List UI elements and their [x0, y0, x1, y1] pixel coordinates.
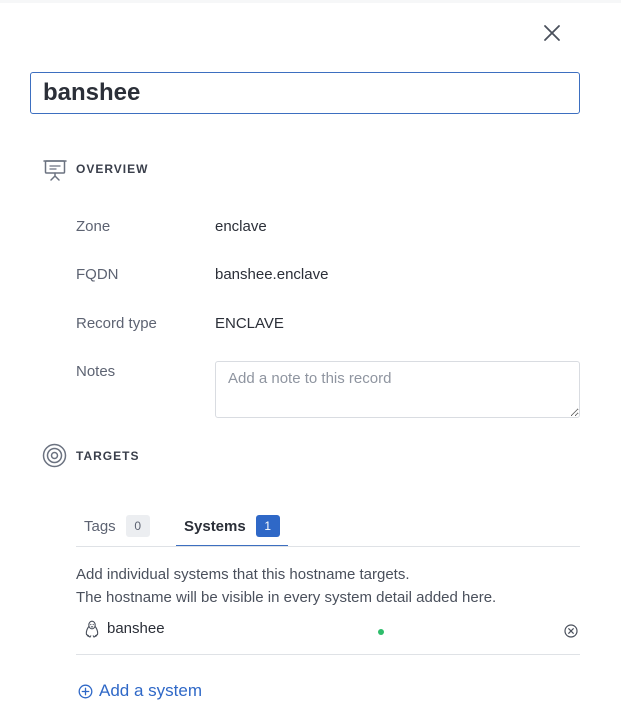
tab-systems-count: 1 — [255, 515, 280, 537]
tab-tags[interactable]: Tags 0 — [84, 507, 150, 545]
targets-heading: TARGETS — [76, 449, 140, 463]
fqdn-value: banshee.enclave — [215, 266, 329, 283]
close-button[interactable] — [540, 21, 564, 45]
zone-label: Zone — [76, 218, 111, 235]
plus-circle-icon — [78, 684, 93, 698]
tab-tags-count: 0 — [125, 515, 150, 537]
system-row: banshee — [76, 616, 580, 655]
targets-help-line-1: Add individual systems that this hostnam… — [76, 566, 410, 583]
add-system-label: Add a system — [99, 681, 202, 700]
remove-circle-icon — [564, 624, 578, 638]
linux-icon — [84, 620, 100, 643]
tab-systems-label: Systems — [184, 517, 246, 535]
system-name[interactable]: banshee — [107, 620, 165, 637]
panel-top-edge — [0, 0, 621, 3]
status-online-dot — [378, 629, 384, 635]
targets-help-line-2: The hostname will be visible in every sy… — [76, 589, 497, 606]
close-icon — [544, 25, 560, 41]
tab-tags-label: Tags — [84, 517, 116, 535]
add-system-button[interactable]: Add a system — [78, 681, 202, 701]
overview-heading: OVERVIEW — [76, 162, 149, 176]
tabs-divider — [76, 546, 580, 547]
zone-value: enclave — [215, 218, 267, 235]
notes-label: Notes — [76, 363, 116, 380]
fqdn-label: FQDN — [76, 266, 119, 283]
record-name-input[interactable] — [30, 72, 580, 114]
tab-systems[interactable]: Systems 1 — [176, 507, 288, 547]
presentation-icon — [43, 158, 67, 187]
notes-textarea[interactable] — [215, 361, 580, 418]
record-type-label: Record type — [76, 315, 157, 332]
remove-system-button[interactable] — [564, 624, 578, 643]
record-type-value: ENCLAVE — [215, 315, 284, 332]
target-icon — [42, 443, 67, 473]
